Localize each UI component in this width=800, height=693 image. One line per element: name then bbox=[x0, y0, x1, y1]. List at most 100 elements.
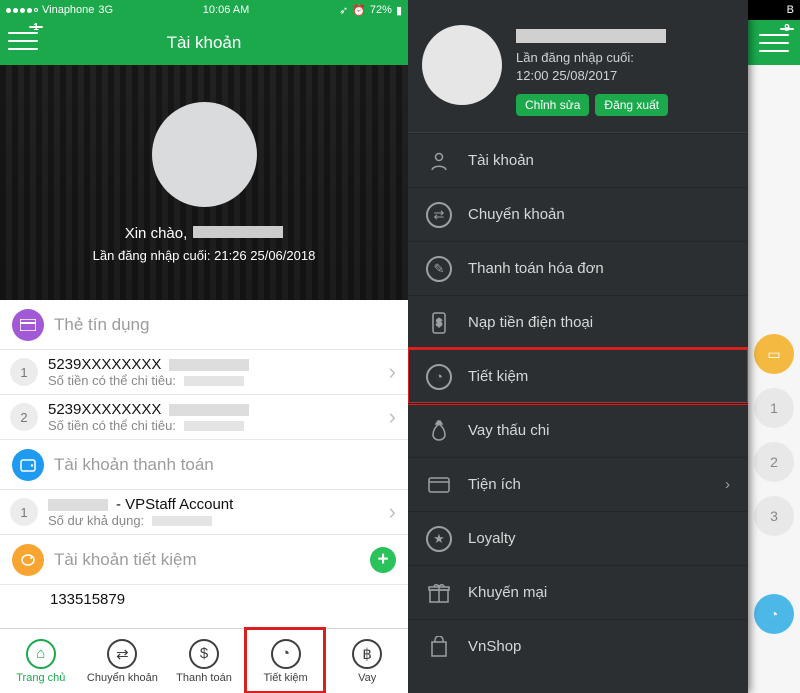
tab-home[interactable]: ⌂ Trang chủ bbox=[0, 629, 82, 693]
home-icon: ⌂ bbox=[26, 639, 56, 669]
menu-label: Vay thấu chi bbox=[468, 422, 549, 439]
star-icon: ★ bbox=[426, 526, 452, 552]
user-icon bbox=[426, 148, 452, 174]
wallet-icon bbox=[12, 449, 44, 481]
credit-card-icon bbox=[12, 309, 44, 341]
tab-bar: ⌂ Trang chủ ⇄ Chuyển khoản $ Thanh toán … bbox=[0, 628, 408, 693]
bill-icon: ✎ bbox=[426, 256, 452, 282]
menu-badge: 1 bbox=[29, 26, 43, 28]
menu-label: Khuyến mại bbox=[468, 584, 547, 601]
location-icon: ➶ bbox=[339, 4, 348, 17]
card-number: 5239XXXXXXXX bbox=[48, 401, 161, 418]
wallet-icon: ▭ bbox=[754, 334, 794, 374]
section-title: Tài khoản tiết kiệm bbox=[54, 550, 370, 570]
transfer-icon: ⇄ bbox=[107, 639, 137, 669]
row-index: 1 bbox=[10, 358, 38, 386]
masked-icon bbox=[169, 359, 249, 371]
avatar[interactable] bbox=[422, 25, 502, 105]
card-icon bbox=[426, 472, 452, 498]
tab-label: Trang chủ bbox=[16, 672, 65, 684]
tab-transfer[interactable]: ⇄ Chuyển khoản bbox=[82, 629, 164, 693]
menu-item-savings[interactable]: ◔ Tiết kiệm bbox=[408, 349, 748, 403]
drawer-menu: Tài khoản ⇄ Chuyển khoản ✎ Thanh toán hó… bbox=[408, 133, 748, 693]
avatar[interactable] bbox=[152, 102, 257, 207]
menu-item-account[interactable]: Tài khoản bbox=[408, 133, 748, 187]
dollar-icon: $ bbox=[189, 639, 219, 669]
menu-item-overdraft[interactable]: Vay thấu chi bbox=[408, 403, 748, 457]
section-title: Tài khoản thanh toán bbox=[54, 455, 396, 475]
chevron-right-icon: › bbox=[389, 359, 396, 385]
payment-account-row[interactable]: 1 - VPStaff Account Số dư khả dụng: › bbox=[0, 490, 408, 535]
list-item: 2 bbox=[754, 442, 794, 482]
tab-label: Vay bbox=[358, 672, 376, 684]
menu-item-utilities[interactable]: Tiện ích › bbox=[408, 457, 748, 511]
menu-button[interactable]: 1 bbox=[8, 29, 38, 53]
tab-savings[interactable]: ◔ Tiết kiệm bbox=[245, 629, 327, 693]
phone-icon: $ bbox=[426, 310, 452, 336]
amount-masked bbox=[152, 516, 212, 526]
gift-icon bbox=[426, 580, 452, 606]
available-label: Số tiền có thể chi tiêu: bbox=[48, 418, 176, 433]
menu-item-promotion[interactable]: Khuyến mại bbox=[408, 565, 748, 619]
savings-number: 133515879 bbox=[50, 591, 125, 608]
tab-label: Thanh toán bbox=[176, 672, 232, 684]
battery-icon: ▮ bbox=[396, 4, 402, 17]
section-savings-account[interactable]: Tài khoản tiết kiệm + bbox=[0, 535, 408, 585]
section-payment-account[interactable]: Tài khoản thanh toán bbox=[0, 440, 408, 490]
list-item: 3 bbox=[754, 496, 794, 536]
menu-label: Tài khoản bbox=[468, 152, 534, 169]
page-title: Tài khoản bbox=[167, 33, 242, 53]
shopping-bag-icon bbox=[426, 634, 452, 660]
logout-button[interactable]: Đăng xuất bbox=[595, 94, 668, 116]
account-name: - VPStaff Account bbox=[116, 496, 233, 513]
credit-account-row[interactable]: 2 5239XXXXXXXX Số tiền có thể chi tiêu: … bbox=[0, 395, 408, 440]
tab-payment[interactable]: $ Thanh toán bbox=[163, 629, 245, 693]
tab-loan[interactable]: ฿ Vay bbox=[326, 629, 408, 693]
battery-label: 72% bbox=[370, 4, 392, 16]
account-number-masked bbox=[48, 499, 108, 511]
transfer-icon: ⇄ bbox=[426, 202, 452, 228]
status-right-text: B bbox=[787, 4, 794, 16]
network-label: 3G bbox=[98, 4, 113, 16]
row-index: 1 bbox=[10, 498, 38, 526]
tab-label: Chuyển khoản bbox=[87, 672, 158, 684]
amount-masked bbox=[184, 376, 244, 386]
money-bag-icon: ฿ bbox=[352, 639, 382, 669]
amount-masked bbox=[184, 421, 244, 431]
user-name-masked bbox=[193, 226, 283, 238]
menu-item-vnshop[interactable]: VnShop bbox=[408, 619, 748, 673]
menu-label: Loyalty bbox=[468, 530, 516, 547]
balance-label: Số dư khả dụng: bbox=[48, 513, 144, 528]
edit-profile-button[interactable]: Chỉnh sửa bbox=[516, 94, 589, 116]
menu-label: Chuyển khoản bbox=[468, 206, 565, 223]
last-login-label: Lần đăng nhập cuối: bbox=[516, 50, 634, 65]
chevron-right-icon: › bbox=[389, 404, 396, 430]
credit-account-row[interactable]: 1 5239XXXXXXXX Số tiền có thể chi tiêu: … bbox=[0, 350, 408, 395]
piggy-bank-icon: ◔ bbox=[426, 364, 452, 390]
row-index: 2 bbox=[10, 403, 38, 431]
status-bar: Vinaphone 3G 10:06 AM ➶ ⏰ 72% ▮ bbox=[0, 0, 408, 20]
last-login-label: Lần đăng nhập cuối: bbox=[93, 248, 211, 263]
navigation-drawer: Lần đăng nhập cuối: 12:00 25/08/2017 Chỉ… bbox=[408, 0, 748, 693]
menu-item-topup[interactable]: $ Nạp tiền điện thoại bbox=[408, 295, 748, 349]
money-bag-icon bbox=[426, 418, 452, 444]
greeting-prefix: Xin chào, bbox=[125, 225, 188, 242]
menu-button[interactable]: 9 bbox=[759, 31, 789, 55]
svg-text:$: $ bbox=[436, 318, 442, 329]
account-hero: Xin chào, Lần đăng nhập cuối: 21:26 25/0… bbox=[0, 65, 408, 300]
savings-account-row[interactable]: 133515879 bbox=[0, 585, 408, 608]
chevron-right-icon: › bbox=[725, 476, 730, 493]
section-credit-card[interactable]: Thẻ tín dụng bbox=[0, 300, 408, 350]
menu-item-transfer[interactable]: ⇄ Chuyển khoản bbox=[408, 187, 748, 241]
tab-label: Tiết kiệm bbox=[263, 672, 307, 684]
menu-item-loyalty[interactable]: ★ Loyalty bbox=[408, 511, 748, 565]
menu-label: Nạp tiền điện thoại bbox=[468, 314, 593, 331]
available-label: Số tiền có thể chi tiêu: bbox=[48, 373, 176, 388]
add-savings-button[interactable]: + bbox=[370, 547, 396, 573]
menu-item-bill-payment[interactable]: ✎ Thanh toán hóa đơn bbox=[408, 241, 748, 295]
drawer-header: Lần đăng nhập cuối: 12:00 25/08/2017 Chỉ… bbox=[408, 0, 748, 133]
last-login-value: 12:00 25/08/2017 bbox=[516, 68, 617, 83]
last-login-value: 21:26 25/06/2018 bbox=[214, 248, 315, 263]
phone-right: B 9 ▭ 1 2 3 ◔ Lần đăng nhập cuối: 12:00 … bbox=[408, 0, 800, 693]
card-number: 5239XXXXXXXX bbox=[48, 356, 161, 373]
